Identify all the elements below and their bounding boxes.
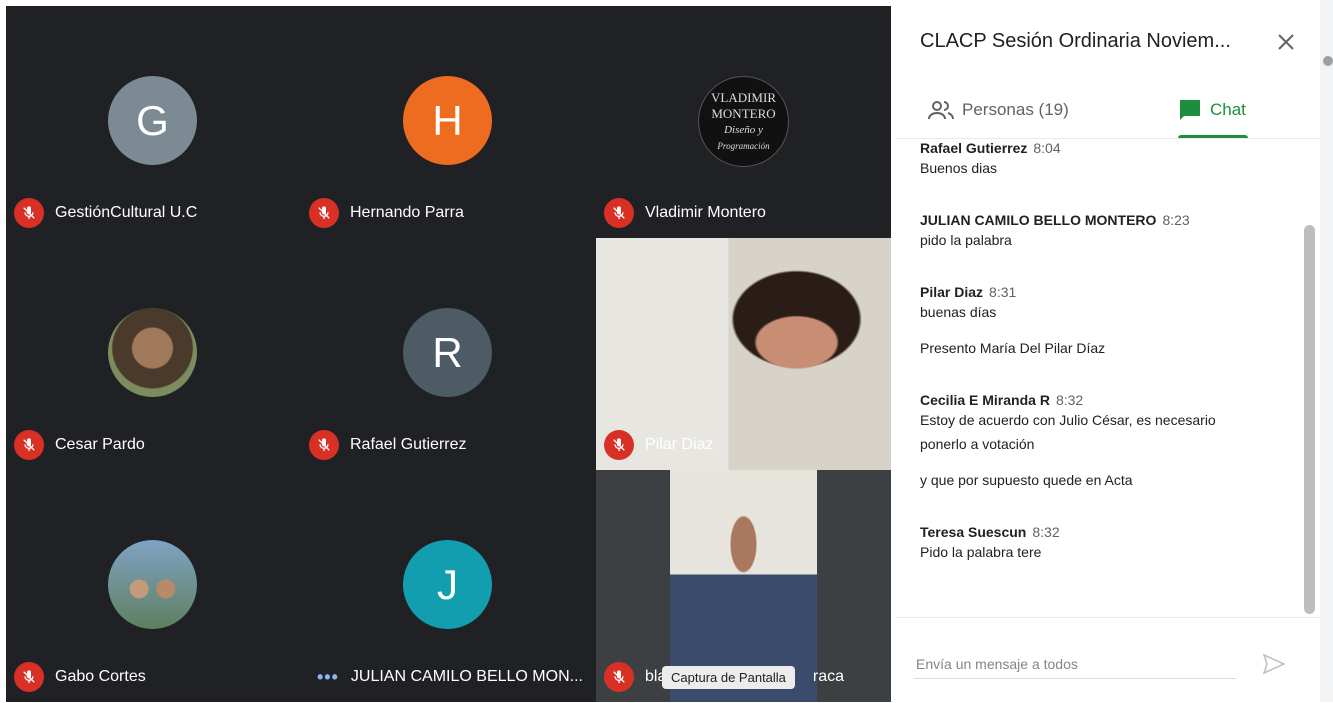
- close-icon: [1278, 34, 1294, 50]
- participant-name: Rafael Gutierrez: [350, 436, 467, 453]
- participant-tile[interactable]: J ••• JULIAN CAMILO BELLO MON...: [301, 470, 596, 702]
- avatar: R: [403, 308, 492, 397]
- message-time: 8:23: [1162, 212, 1190, 228]
- chat-messages: Rafael Gutierrez 8:04 Buenos dias JULIAN …: [920, 140, 1280, 564]
- send-button[interactable]: [1260, 650, 1288, 678]
- participant-label: Cesar Pardo: [14, 430, 145, 460]
- mic-off-icon: [604, 662, 634, 692]
- chat-message: JULIAN CAMILO BELLO MONTERO 8:23 pido la …: [920, 212, 1280, 252]
- participant-name: Vladimir Montero: [645, 204, 766, 221]
- message-header: Teresa Suescun 8:32: [920, 524, 1280, 540]
- participant-tile[interactable]: R Rafael Gutierrez: [301, 238, 596, 470]
- avatar: G: [108, 76, 197, 165]
- participant-name: Gabo Cortes: [55, 668, 146, 685]
- participant-name-suffix: raca: [812, 668, 844, 685]
- avatar-photo: [108, 308, 197, 397]
- chat-message: Rafael Gutierrez 8:04 Buenos dias: [920, 140, 1280, 180]
- message-author: Cecilia E Miranda R: [920, 392, 1050, 408]
- logo-text: Diseño y: [724, 123, 763, 136]
- chat-input-area: [896, 617, 1320, 703]
- participant-label: GestiónCultural U.C: [14, 198, 197, 228]
- mic-off-icon: [14, 198, 44, 228]
- mic-off-icon: [604, 198, 634, 228]
- participant-grid: G GestiónCultural U.C H Hernando Parra V…: [6, 6, 891, 702]
- message-author: Teresa Suescun: [920, 524, 1027, 540]
- chat-icon: [1180, 100, 1200, 120]
- participant-label: Gabo Cortes: [14, 662, 146, 692]
- participant-label: Hernando Parra: [309, 198, 464, 228]
- chat-message: Teresa Suescun 8:32 Pido la palabra tere: [920, 524, 1280, 564]
- mic-off-icon: [309, 430, 339, 460]
- message-text: pido la palabra: [920, 232, 1012, 248]
- avatar: H: [403, 76, 492, 165]
- message-text: Pido la palabra tere: [920, 544, 1042, 560]
- message-text: y que por supuesto quede en Acta: [920, 472, 1133, 488]
- participant-name: Hernando Parra: [350, 204, 464, 221]
- participant-tile[interactable]: VLADIMIR MONTERO Diseño y Programación V…: [596, 6, 891, 238]
- chat-message: Cecilia E Miranda R 8:32 Estoy de acuerdo…: [920, 392, 1280, 492]
- message-text: Buenos dias: [920, 160, 998, 176]
- active-tab-indicator: [1178, 135, 1248, 138]
- mic-off-icon: [604, 430, 634, 460]
- mic-off-icon: [14, 430, 44, 460]
- message-time: 8:32: [1055, 392, 1084, 408]
- logo-text: Programación: [717, 140, 770, 151]
- browser-edge: [1320, 0, 1333, 702]
- message-header: Cecilia E Miranda R 8:32: [920, 392, 1280, 408]
- participant-label: Pilar Diaz: [604, 430, 713, 460]
- mic-off-icon: [14, 662, 44, 692]
- message-author: Pilar Diaz: [920, 284, 984, 300]
- tab-people-label: Personas (19): [962, 100, 1069, 119]
- message-time: 8:31: [989, 284, 1017, 300]
- chat-scrollbar[interactable]: [1304, 225, 1315, 614]
- participant-name: JULIAN CAMILO BELLO MON...: [350, 668, 583, 685]
- participant-tile[interactable]: Cesar Pardo: [6, 238, 301, 470]
- avatar: J: [403, 540, 492, 629]
- participant-label: ••• JULIAN CAMILO BELLO MON...: [309, 662, 583, 692]
- message-text: Presento María Del Pilar Díaz: [920, 340, 1106, 356]
- message-header: Rafael Gutierrez 8:04: [920, 140, 1280, 156]
- mic-off-icon: [309, 198, 339, 228]
- participant-label: Vladimir Montero: [604, 198, 766, 228]
- tab-chat[interactable]: Chat: [1178, 82, 1246, 138]
- avatar-logo: VLADIMIR MONTERO Diseño y Programación: [698, 76, 789, 167]
- participant-name: Cesar Pardo: [55, 436, 145, 453]
- message-time: 8:32: [1032, 524, 1060, 540]
- edge-close-icon: [1323, 56, 1333, 66]
- tab-chat-label: Chat: [1210, 100, 1246, 119]
- panel-tabs: Personas (19) Chat: [896, 82, 1320, 139]
- message-time: 8:04: [1033, 140, 1061, 156]
- people-icon: [928, 101, 954, 120]
- participant-tile-video[interactable]: Pilar Diaz: [596, 238, 891, 470]
- chat-message-input[interactable]: [914, 650, 1236, 679]
- send-icon: [1263, 654, 1285, 674]
- participant-label: Rafael Gutierrez: [309, 430, 467, 460]
- message-author: Rafael Gutierrez: [920, 140, 1028, 156]
- screenshot-tooltip: Captura de Pantalla: [662, 666, 795, 689]
- logo-text: VLADIMIR: [711, 89, 776, 105]
- close-panel-button[interactable]: [1272, 28, 1300, 56]
- message-header: JULIAN CAMILO BELLO MONTERO 8:23: [920, 212, 1280, 228]
- participant-tile[interactable]: H Hernando Parra: [301, 6, 596, 238]
- chat-message: Pilar Diaz 8:31 buenas días Presento Marí…: [920, 284, 1280, 360]
- participant-name: GestiónCultural U.C: [55, 204, 198, 221]
- message-header: Pilar Diaz 8:31: [920, 284, 1280, 300]
- tab-people[interactable]: Personas (19): [928, 82, 1069, 138]
- meeting-title: CLACP Sesión Ordinaria Noviem...: [920, 30, 1231, 52]
- participant-tile[interactable]: G GestiónCultural U.C: [6, 6, 301, 238]
- message-author: JULIAN CAMILO BELLO MONTERO: [920, 212, 1157, 228]
- message-text: Estoy de acuerdo con Julio César, es nec…: [920, 412, 1216, 452]
- participant-tile[interactable]: Gabo Cortes: [6, 470, 301, 702]
- speaking-dots-icon: •••: [317, 666, 339, 687]
- logo-text: MONTERO: [711, 105, 776, 121]
- side-panel: CLACP Sesión Ordinaria Noviem... Persona…: [896, 0, 1320, 702]
- avatar-photo: [108, 540, 197, 629]
- message-text: buenas días: [920, 304, 997, 320]
- participant-name: Pilar Diaz: [645, 436, 714, 453]
